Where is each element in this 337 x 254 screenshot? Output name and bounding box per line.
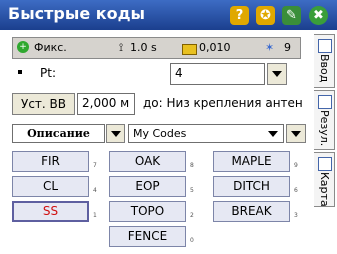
page-title: Быстрые коды: [8, 4, 146, 23]
fix-status: Фикс.: [34, 41, 67, 54]
code-library-value: My Codes: [133, 127, 187, 140]
tab-results[interactable]: Резул.: [314, 90, 335, 150]
tab-map-label: Карта: [318, 172, 331, 207]
point-bullet-icon: [18, 70, 22, 74]
tab-results-label: Резул.: [318, 110, 331, 147]
code-shortcut-number: 7: [93, 162, 97, 169]
chevron-down-icon: [291, 131, 301, 137]
code-shortcut-number: 1: [93, 212, 97, 219]
antenna-height-field[interactable]: 2,000 м: [77, 93, 135, 115]
code-button-fence[interactable]: FENCE: [109, 226, 186, 247]
code-library-select[interactable]: My Codes: [128, 124, 284, 143]
star-icon[interactable]: ✪: [256, 6, 275, 25]
code-shortcut-number: 0: [190, 237, 194, 244]
tab-map[interactable]: Карта: [314, 152, 335, 207]
status-bar[interactable]: + Фикс. ⟟ 1.0 s 0,010 ✶ 9: [12, 37, 301, 59]
tab-input-label: Ввод: [318, 54, 331, 83]
measure-to-label: до: Низ крепления антен: [143, 96, 303, 110]
antenna-icon: ⟟: [119, 41, 124, 54]
satellite-count: 9: [284, 41, 291, 54]
map-icon: [318, 157, 332, 171]
chevron-down-icon: [111, 131, 121, 137]
code-button-oak[interactable]: OAK: [109, 151, 186, 172]
chevron-down-icon: [268, 131, 278, 137]
library-options-button[interactable]: [286, 124, 306, 143]
point-label: Pt:: [40, 66, 56, 80]
code-button-maple[interactable]: MAPLE: [213, 151, 290, 172]
description-dropdown-button[interactable]: [106, 124, 125, 143]
gnss-fix-icon: +: [17, 41, 29, 53]
code-button-cl[interactable]: CL: [12, 176, 89, 197]
code-shortcut-number: 6: [294, 187, 298, 194]
code-button-eop[interactable]: EOP: [109, 176, 186, 197]
code-button-break[interactable]: BREAK: [213, 201, 290, 222]
help-icon[interactable]: ?: [230, 6, 249, 25]
precision-value: 0,010: [199, 41, 231, 54]
code-shortcut-number: 9: [294, 162, 298, 169]
chevron-down-icon: [272, 71, 282, 77]
close-icon[interactable]: ✖: [309, 6, 328, 25]
edit-icon[interactable]: ✎: [282, 6, 301, 25]
code-button-topo[interactable]: TOPO: [109, 201, 186, 222]
set-antenna-height-button[interactable]: Уст. ВВ: [12, 93, 75, 115]
tab-input[interactable]: Ввод: [314, 34, 335, 88]
code-shortcut-number: 3: [294, 212, 298, 219]
point-name-field[interactable]: 4: [170, 63, 265, 85]
table-icon: [318, 95, 332, 109]
code-button-ditch[interactable]: DITCH: [213, 176, 290, 197]
code-shortcut-number: 2: [190, 212, 194, 219]
point-dropdown-button[interactable]: [267, 63, 287, 85]
code-button-fir[interactable]: FIR: [12, 151, 89, 172]
code-shortcut-number: 8: [190, 162, 194, 169]
satellite-icon: ✶: [265, 41, 275, 54]
description-selector[interactable]: Описание: [12, 124, 105, 143]
precision-icon: [182, 44, 197, 55]
code-shortcut-number: 5: [190, 187, 194, 194]
record-interval: 1.0 s: [130, 41, 157, 54]
code-button-ss[interactable]: SS: [12, 201, 89, 222]
code-shortcut-number: 4: [93, 187, 97, 194]
document-icon: [318, 39, 332, 53]
